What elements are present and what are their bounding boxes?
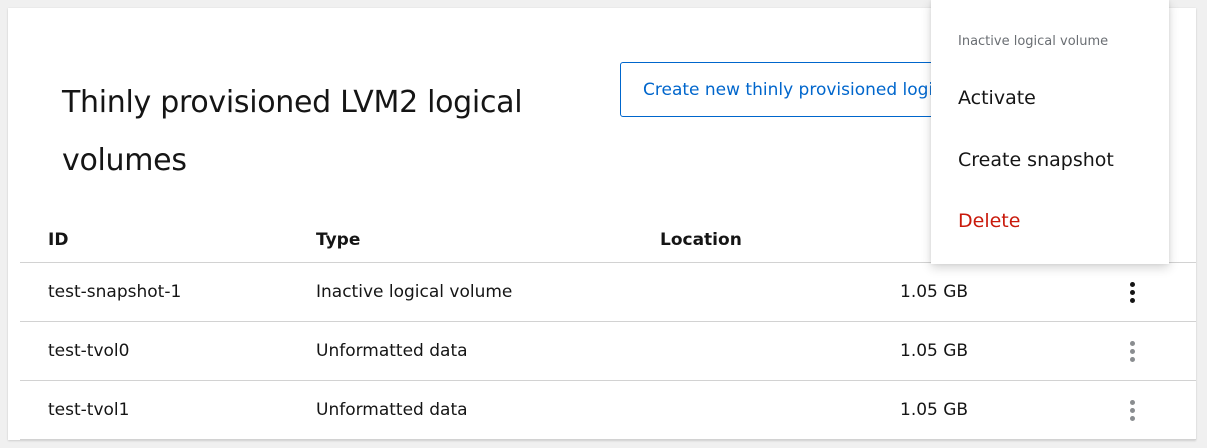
cell-type: Unformatted data bbox=[316, 341, 468, 361]
create-thin-volume-button[interactable]: Create new thinly provisioned logical vo… bbox=[620, 62, 950, 117]
cell-size: 1.05 GB bbox=[900, 282, 969, 302]
table-row[interactable]: test-snapshot-1 Inactive logical volume … bbox=[20, 263, 1196, 322]
menu-item-activate[interactable]: Activate bbox=[931, 74, 1169, 122]
column-header-location[interactable]: Location bbox=[660, 230, 742, 250]
row-actions-menu: Inactive logical volume Activate Create … bbox=[931, 0, 1169, 264]
column-header-type[interactable]: Type bbox=[316, 230, 360, 250]
card-title: Thinly provisioned LVM2 logical volumes bbox=[62, 85, 523, 178]
menu-item-delete[interactable]: Delete bbox=[931, 197, 1169, 245]
cell-id: test-snapshot-1 bbox=[48, 282, 182, 302]
kebab-icon[interactable] bbox=[1120, 395, 1144, 425]
table-row[interactable]: test-tvol0 Unformatted data 1.05 GB bbox=[20, 322, 1196, 381]
cell-id: test-tvol0 bbox=[48, 341, 130, 361]
kebab-icon[interactable] bbox=[1120, 277, 1144, 307]
cell-size: 1.05 GB bbox=[900, 341, 969, 361]
cell-size: 1.05 GB bbox=[900, 400, 969, 420]
cell-type: Inactive logical volume bbox=[316, 282, 513, 302]
menu-item-create-snapshot[interactable]: Create snapshot bbox=[931, 136, 1169, 184]
kebab-icon[interactable] bbox=[1120, 336, 1144, 366]
cell-type: Unformatted data bbox=[316, 400, 468, 420]
table-row[interactable]: test-tvol1 Unformatted data 1.05 GB bbox=[20, 381, 1196, 440]
menu-group-title: Inactive logical volume bbox=[958, 34, 1109, 49]
cell-id: test-tvol1 bbox=[48, 400, 130, 420]
column-header-id[interactable]: ID bbox=[48, 230, 68, 250]
